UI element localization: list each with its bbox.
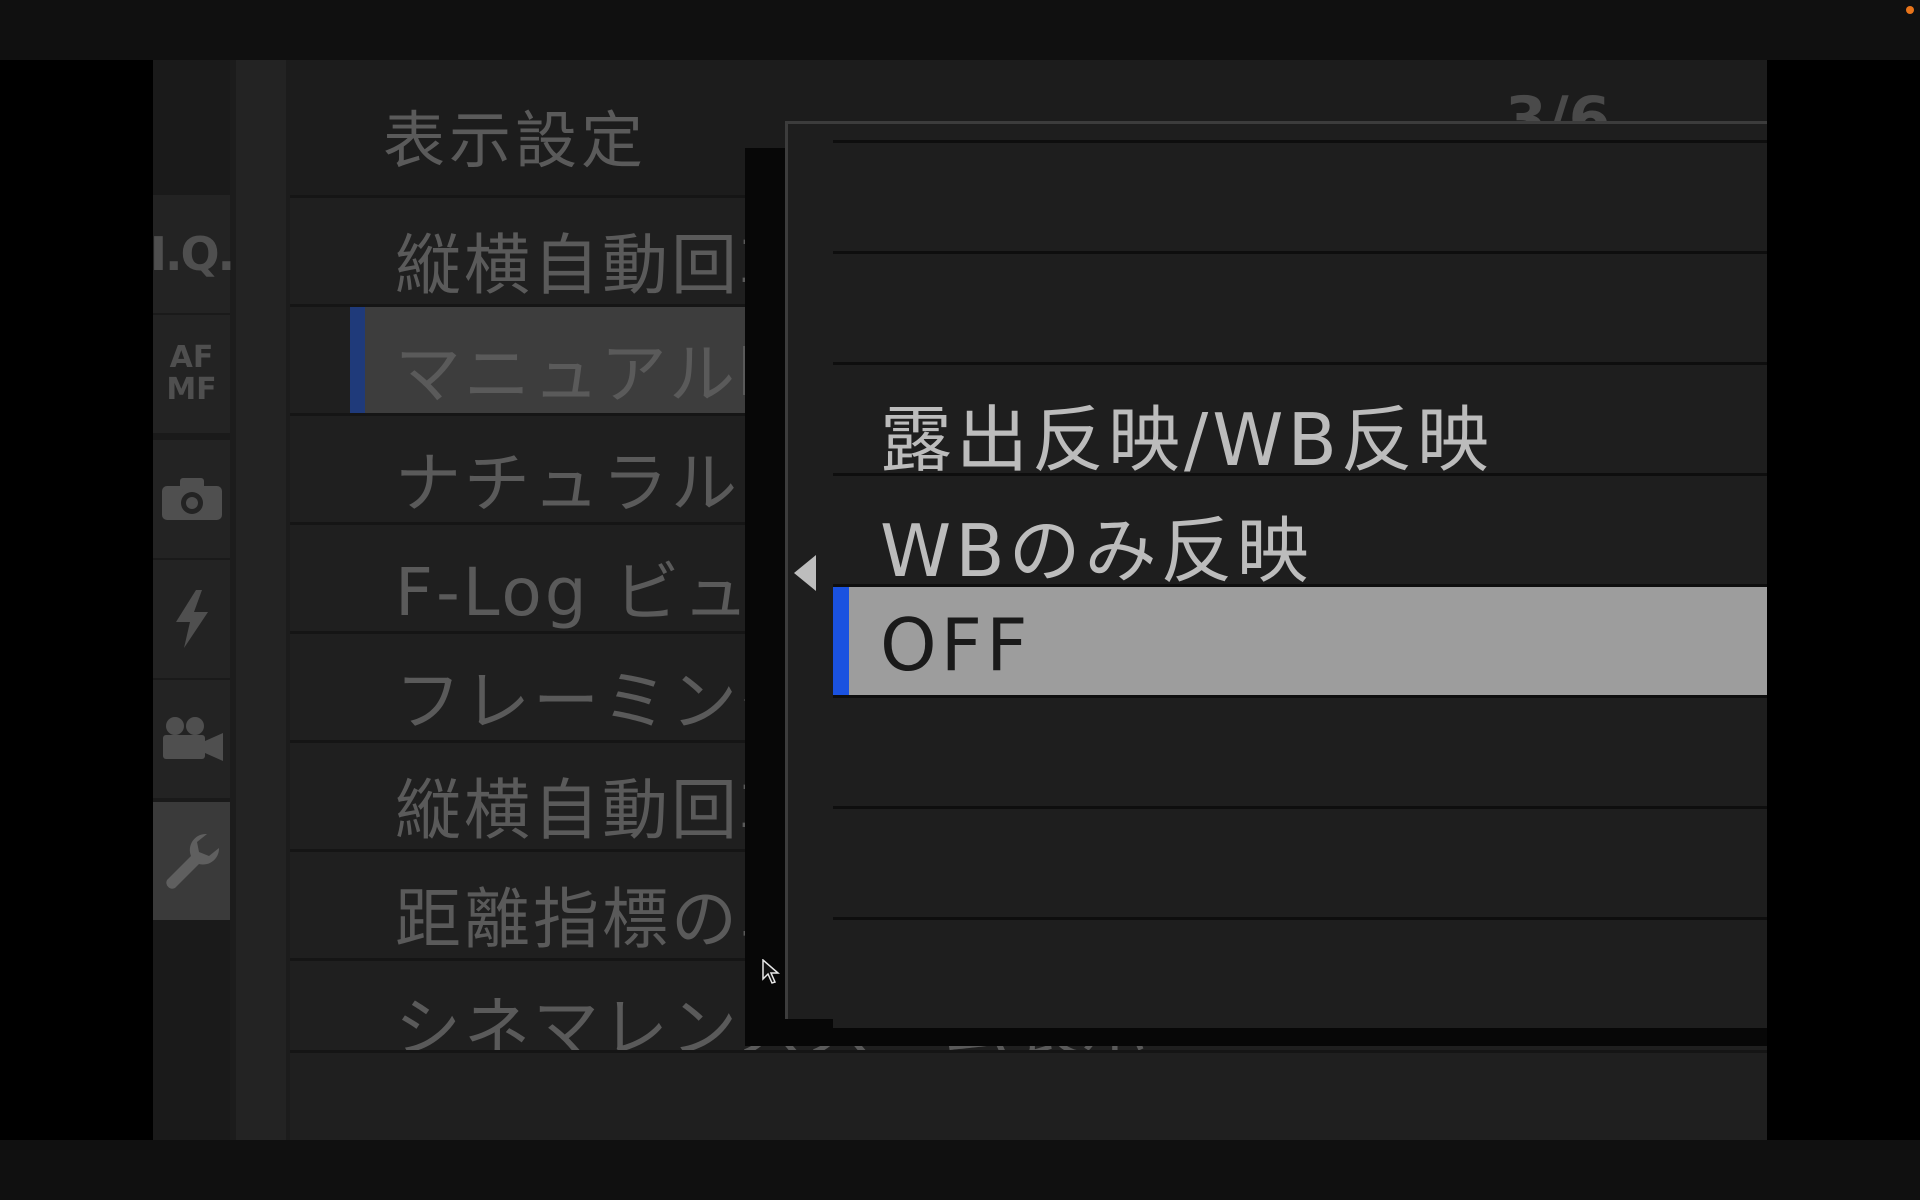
- tab-flash[interactable]: [153, 560, 230, 678]
- option-row-empty: [833, 917, 1767, 1028]
- option-row-empty: [833, 140, 1767, 251]
- flash-icon: [175, 590, 208, 648]
- camera-screen: I.Q. AF MF 表示設定 3/6 縦横自動回転表示 F-Log ビューアシ…: [0, 60, 1920, 1140]
- page-title: 表示設定: [383, 104, 648, 177]
- option-label: OFF: [880, 603, 1032, 687]
- option-label: WBのみ反映: [880, 509, 1313, 593]
- list-footer: [290, 1050, 1767, 1140]
- option-row-empty: [833, 251, 1767, 362]
- selection-marker: [350, 307, 365, 413]
- tab-setup[interactable]: [153, 802, 230, 920]
- wrench-icon: [165, 834, 219, 889]
- top-bar: [0, 0, 1920, 60]
- selection-marker: [833, 587, 849, 695]
- camera-icon: [161, 478, 222, 520]
- tab-shooting[interactable]: [153, 440, 230, 558]
- menu-tab-strip: I.Q. AF MF: [153, 60, 235, 1140]
- option-row-empty: [833, 806, 1767, 917]
- back-arrow-icon[interactable]: [794, 555, 816, 591]
- recording-indicator-dot: [1906, 6, 1914, 14]
- tab-label: I.Q.: [153, 227, 235, 281]
- option-exposure-wb[interactable]: 露出反映/WB反映: [833, 362, 1767, 482]
- option-wb-only[interactable]: WBのみ反映: [833, 473, 1767, 593]
- movie-camera-icon: [162, 717, 223, 761]
- camera-menu: I.Q. AF MF 表示設定 3/6 縦横自動回転表示 F-Log ビューアシ…: [153, 60, 1767, 1140]
- option-label: 露出反映/WB反映: [880, 398, 1493, 482]
- tab-movie[interactable]: [153, 680, 230, 798]
- tab-label: AF MF: [166, 340, 217, 407]
- bottom-bar: [0, 1140, 1920, 1200]
- tab-image-quality[interactable]: I.Q.: [153, 195, 235, 313]
- tab-focus[interactable]: AF MF: [153, 315, 230, 433]
- option-off[interactable]: OFF: [833, 584, 1767, 695]
- option-row-empty: [833, 695, 1767, 806]
- tab-divider: [236, 60, 286, 1140]
- mouse-cursor-icon: [762, 959, 780, 984]
- option-list: 露出反映/WB反映 WBのみ反映 OFF: [833, 140, 1767, 1028]
